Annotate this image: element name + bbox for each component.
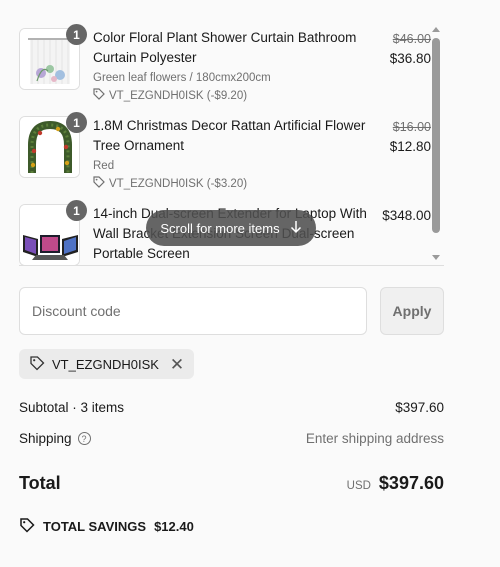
subtotal-label: Subtotal · 3 items xyxy=(19,400,125,415)
cart-item: 1 Color Floral Plant Shower Curtain Bath… xyxy=(19,24,431,102)
scroll-down-icon[interactable] xyxy=(432,255,440,260)
product-variant: Red xyxy=(93,160,115,172)
subtotal-row: Subtotal · 3 items $397.60 xyxy=(19,400,444,415)
savings-label: TOTAL SAVINGS xyxy=(43,519,147,534)
tag-icon xyxy=(93,88,105,103)
cart-item: 1 1.8M Christmas Decor Rattan Artificial… xyxy=(19,112,431,190)
original-price: $46.00 xyxy=(392,32,431,46)
item-price: $348.00 xyxy=(382,208,431,223)
item-discount-text: VT_EZGNDH0ISK (-$9.20) xyxy=(109,89,248,102)
tag-icon xyxy=(93,176,105,191)
item-price: $36.80 xyxy=(389,51,431,66)
scrollbar-thumb[interactable] xyxy=(432,38,440,233)
subtotal-value: $397.60 xyxy=(395,400,444,415)
discount-code-input[interactable] xyxy=(19,287,367,335)
arrow-down-icon xyxy=(290,220,302,237)
item-price: $12.80 xyxy=(389,139,431,154)
scrollbar[interactable] xyxy=(430,24,442,266)
scroll-hint-label: Scroll for more items xyxy=(160,220,280,236)
savings-value: $12.40 xyxy=(154,519,194,534)
product-name: Color Floral Plant Shower Curtain Bathro… xyxy=(93,30,357,65)
shipping-value: Enter shipping address xyxy=(305,431,444,446)
total-row: Total USD $397.60 xyxy=(19,473,444,494)
item-discount: VT_EZGNDH0ISK (-$9.20) xyxy=(93,88,369,103)
close-icon[interactable]: ✕ xyxy=(170,356,184,373)
scroll-for-more-button[interactable]: Scroll for more items xyxy=(146,210,316,246)
quantity-badge: 1 xyxy=(66,112,87,133)
quantity-badge: 1 xyxy=(66,200,87,221)
total-label: Total xyxy=(19,473,61,493)
applied-discount-code: VT_EZGNDH0ISK xyxy=(52,356,159,372)
applied-discount-tag: VT_EZGNDH0ISK ✕ xyxy=(19,349,195,379)
quantity-badge: 1 xyxy=(66,24,87,45)
shipping-row: Shipping ? Enter shipping address xyxy=(19,431,444,446)
total-savings: TOTAL SAVINGS $12.40 xyxy=(19,517,194,536)
product-name: 1.8M Christmas Decor Rattan Artificial F… xyxy=(93,118,366,153)
scroll-up-icon[interactable] xyxy=(432,27,440,32)
item-discount: VT_EZGNDH0ISK (-$3.20) xyxy=(93,176,369,191)
tag-icon xyxy=(19,517,35,536)
question-circle-icon[interactable]: ? xyxy=(77,432,91,445)
total-amount: $397.60 xyxy=(378,473,444,493)
item-discount-text: VT_EZGNDH0ISK (-$3.20) xyxy=(109,177,248,190)
shipping-label: Shipping xyxy=(19,431,72,446)
original-price: $16.00 xyxy=(392,120,431,134)
tag-icon xyxy=(29,355,45,374)
apply-discount-button[interactable]: Apply xyxy=(380,287,444,335)
currency-code: USD xyxy=(346,480,371,492)
product-variant: Green leaf flowers / 180cmx200cm xyxy=(93,72,271,84)
